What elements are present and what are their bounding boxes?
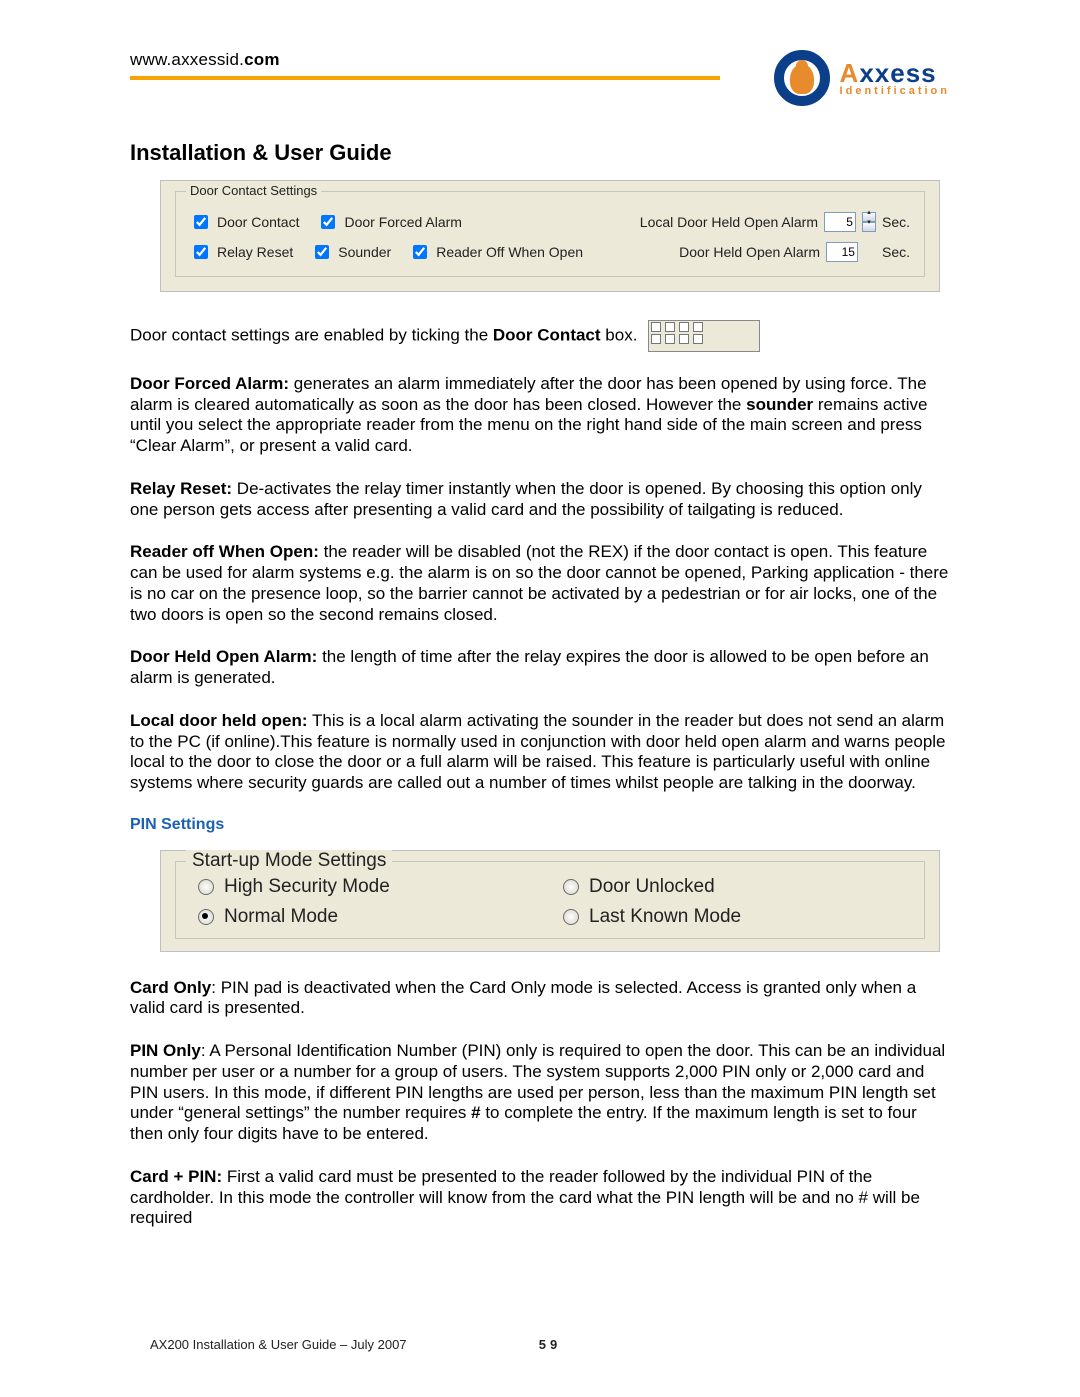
text: : PIN pad is deactivated when the Card O…	[130, 978, 916, 1018]
text-bold: #	[471, 1103, 480, 1122]
sounder-checkbox[interactable]: Sounder	[311, 242, 391, 262]
text: Door contact settings are enabled by tic…	[130, 325, 493, 344]
radio-label: Door Unlocked	[589, 876, 715, 898]
card-plus-pin-paragraph: Card + PIN: First a valid card must be p…	[130, 1167, 950, 1229]
field-label: Door Held Open Alarm	[679, 244, 820, 260]
door-contact-settings-screenshot: Door Contact Settings Door Contact Door …	[160, 180, 940, 292]
normal-mode-radio[interactable]: Normal Mode	[198, 906, 543, 928]
door-held-input[interactable]	[826, 242, 858, 262]
door-unlocked-radio[interactable]: Door Unlocked	[563, 876, 908, 898]
relay-reset-checkbox[interactable]: Relay Reset	[190, 242, 293, 262]
group-legend: Door Contact Settings	[186, 183, 321, 198]
local-door-held-paragraph: Local door held open: This is a local al…	[130, 711, 950, 794]
page-footer: AX200 Installation & User Guide – July 2…	[150, 1337, 950, 1352]
checkbox-label: Door Forced Alarm	[344, 214, 461, 230]
unit-label: Sec.	[882, 214, 910, 230]
text-bold: Door Contact	[493, 325, 601, 344]
brand-logo: Axxess Identification	[774, 50, 950, 106]
reader-off-checkbox[interactable]: Reader Off When Open	[409, 242, 583, 262]
logo-text: Axxess Identification	[840, 60, 950, 97]
text-bold: Door Forced Alarm:	[130, 374, 289, 393]
door-forced-alarm-checkbox[interactable]: Door Forced Alarm	[317, 212, 461, 232]
spinner-down-icon[interactable]: ▾	[862, 222, 876, 232]
logo-subtitle: Identification	[840, 86, 950, 97]
radio-label: Last Known Mode	[589, 906, 741, 928]
pin-only-paragraph: PIN Only: A Personal Identification Numb…	[130, 1041, 950, 1145]
startup-mode-screenshot: Start-up Mode Settings High Security Mod…	[160, 850, 940, 952]
text-bold: Card + PIN:	[130, 1167, 222, 1186]
inline-screenshot-icon	[648, 320, 760, 352]
door-forced-alarm-paragraph: Door Forced Alarm: generates an alarm im…	[130, 374, 950, 457]
radio-icon[interactable]	[198, 909, 214, 925]
checkbox-label: Door Contact	[217, 214, 299, 230]
local-door-held-field: Local Door Held Open Alarm ▴▾ Sec.	[640, 212, 910, 232]
checkbox-label: Sounder	[338, 244, 391, 260]
checkbox-label: Reader Off When Open	[436, 244, 583, 260]
text-bold: Local door held open:	[130, 711, 308, 730]
door-held-paragraph: Door Held Open Alarm: the length of time…	[130, 647, 950, 688]
group-legend: Start-up Mode Settings	[186, 850, 392, 872]
page-title: Installation & User Guide	[130, 140, 950, 166]
text-bold: Door Held Open Alarm:	[130, 647, 317, 666]
checkbox-icon[interactable]	[413, 245, 427, 259]
logo-icon	[774, 50, 830, 106]
door-held-field: Door Held Open Alarm Sec.	[679, 242, 910, 262]
checkbox-icon[interactable]	[194, 245, 208, 259]
url-suffix: com	[244, 50, 280, 69]
logo-letter-a: A	[840, 58, 860, 88]
door-contact-checkbox[interactable]: Door Contact	[190, 212, 299, 232]
intro-paragraph: Door contact settings are enabled by tic…	[130, 320, 950, 352]
checkbox-icon[interactable]	[315, 245, 329, 259]
text-bold: PIN Only	[130, 1041, 201, 1060]
footer-left: AX200 Installation & User Guide – July 2…	[150, 1337, 407, 1352]
last-known-mode-radio[interactable]: Last Known Mode	[563, 906, 908, 928]
card-only-paragraph: Card Only: PIN pad is deactivated when t…	[130, 978, 950, 1019]
local-door-held-input[interactable]	[824, 212, 856, 232]
text-bold: Reader off When Open:	[130, 542, 319, 561]
header-rule	[130, 76, 720, 80]
radio-icon[interactable]	[563, 909, 579, 925]
text: box.	[601, 325, 643, 344]
high-security-mode-radio[interactable]: High Security Mode	[198, 876, 543, 898]
document-page: www.axxessid.com Axxess Identification I…	[0, 0, 1080, 1397]
checkbox-icon[interactable]	[321, 215, 335, 229]
radio-icon[interactable]	[198, 879, 214, 895]
field-label: Local Door Held Open Alarm	[640, 214, 818, 230]
relay-reset-paragraph: Relay Reset: De-activates the relay time…	[130, 479, 950, 520]
text: De-activates the relay timer instantly w…	[130, 479, 922, 519]
url-prefix: www.axxessid.	[130, 50, 244, 69]
radio-icon[interactable]	[563, 879, 579, 895]
unit-label: Sec.	[882, 244, 910, 260]
page-header: www.axxessid.com Axxess Identification	[130, 50, 950, 110]
checkbox-label: Relay Reset	[217, 244, 293, 260]
text-bold: Card Only	[130, 978, 211, 997]
reader-off-paragraph: Reader off When Open: the reader will be…	[130, 542, 950, 625]
radio-label: High Security Mode	[224, 876, 390, 898]
spinner-control[interactable]: ▴▾	[862, 212, 876, 232]
text: First a valid card must be presented to …	[130, 1167, 920, 1227]
text-bold: Relay Reset:	[130, 479, 232, 498]
door-contact-group: Door Contact Settings Door Contact Door …	[175, 191, 925, 277]
checkbox-icon[interactable]	[194, 215, 208, 229]
page-number: 59	[539, 1337, 561, 1352]
startup-mode-group: Start-up Mode Settings High Security Mod…	[175, 861, 925, 939]
radio-label: Normal Mode	[224, 906, 338, 928]
logo-word: xxess	[859, 58, 936, 88]
pin-settings-heading: PIN Settings	[130, 816, 950, 834]
text-bold: sounder	[746, 395, 813, 414]
